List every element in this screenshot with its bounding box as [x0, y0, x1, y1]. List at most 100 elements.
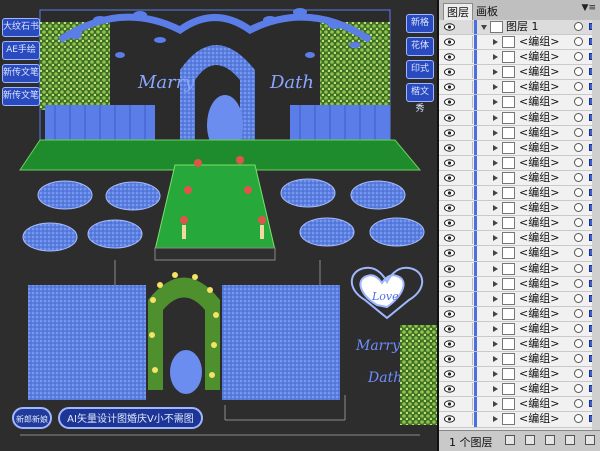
layer-row[interactable]: <编组>: [439, 261, 600, 277]
expand-arrow-icon[interactable]: [493, 220, 498, 227]
target-circle-icon[interactable]: [574, 323, 583, 333]
lock-toggle[interactable]: [460, 322, 473, 335]
target-circle-icon[interactable]: [574, 22, 583, 31]
lock-toggle[interactable]: [460, 111, 473, 124]
lock-toggle[interactable]: [460, 51, 473, 64]
target-circle-icon[interactable]: [574, 369, 583, 379]
locate-object-icon[interactable]: [505, 435, 515, 445]
target-circle-icon[interactable]: [574, 263, 583, 273]
layer-row[interactable]: <编组>: [439, 382, 600, 398]
visibility-eye-icon[interactable]: [444, 279, 455, 288]
lock-toggle[interactable]: [460, 171, 473, 184]
layer-row[interactable]: <编组>: [439, 201, 600, 217]
layer-row[interactable]: <编组>: [439, 352, 600, 368]
layer-row[interactable]: <编组>: [439, 412, 600, 428]
layer-row[interactable]: <编组>: [439, 246, 600, 262]
target-circle-icon[interactable]: [574, 67, 583, 77]
layer-row[interactable]: <编组>: [439, 306, 600, 322]
layer-row[interactable]: <编组>: [439, 65, 600, 81]
tab-layers[interactable]: 图层: [443, 3, 473, 21]
lock-toggle[interactable]: [460, 21, 473, 33]
visibility-eye-icon[interactable]: [444, 249, 455, 258]
expand-arrow-icon[interactable]: [493, 325, 498, 332]
layer-row[interactable]: <编组>: [439, 336, 600, 353]
expand-arrow-icon[interactable]: [493, 280, 498, 287]
layer-row[interactable]: <编组>: [439, 231, 600, 247]
expand-arrow-icon[interactable]: [493, 401, 498, 408]
layer-row[interactable]: <编组>: [439, 186, 600, 202]
lock-toggle[interactable]: [460, 232, 473, 245]
layer-row[interactable]: <编组>: [439, 95, 600, 111]
visibility-eye-icon[interactable]: [444, 38, 455, 46]
visibility-eye-icon[interactable]: [444, 174, 455, 182]
font-label-5[interactable]: 新格: [406, 14, 434, 33]
visibility-eye-icon[interactable]: [444, 325, 455, 333]
visibility-eye-icon[interactable]: [444, 98, 455, 107]
tab-artboards[interactable]: 画板: [473, 3, 501, 20]
new-sublayer-icon[interactable]: [545, 435, 555, 445]
target-circle-icon[interactable]: [574, 127, 583, 137]
visibility-eye-icon[interactable]: [444, 415, 455, 424]
font-label-7[interactable]: 印式: [406, 60, 434, 79]
font-label-6[interactable]: 花体: [406, 37, 434, 56]
expand-arrow-icon[interactable]: [493, 114, 498, 121]
layer-row[interactable]: <编组>: [439, 80, 600, 96]
expand-arrow-icon[interactable]: [493, 84, 498, 91]
font-label-3[interactable]: 新传文笔: [2, 64, 40, 83]
expand-arrow-icon[interactable]: [493, 144, 498, 151]
target-circle-icon[interactable]: [574, 172, 583, 182]
panel-menu-icon[interactable]: ▼≡: [582, 3, 596, 13]
visibility-eye-icon[interactable]: [444, 23, 455, 31]
expand-arrow-icon[interactable]: [493, 416, 498, 423]
layer-row[interactable]: <编组>: [439, 35, 600, 51]
layer-row[interactable]: <编组>: [439, 50, 600, 66]
expand-arrow-icon[interactable]: [493, 39, 498, 46]
layer-row[interactable]: <编组>: [439, 140, 600, 156]
expand-arrow-icon[interactable]: [493, 340, 498, 347]
lock-toggle[interactable]: [460, 202, 473, 215]
visibility-eye-icon[interactable]: [444, 53, 455, 61]
lock-toggle[interactable]: [460, 277, 473, 290]
lock-toggle[interactable]: [460, 262, 473, 275]
visibility-eye-icon[interactable]: [444, 310, 455, 318]
lock-toggle[interactable]: [460, 156, 473, 169]
visibility-eye-icon[interactable]: [444, 159, 455, 167]
layer-row[interactable]: <编组>: [439, 125, 600, 141]
lock-toggle[interactable]: [460, 292, 473, 305]
lock-toggle[interactable]: [460, 187, 473, 200]
target-circle-icon[interactable]: [574, 52, 583, 62]
visibility-eye-icon[interactable]: [444, 340, 455, 348]
lock-toggle[interactable]: [460, 368, 473, 381]
target-circle-icon[interactable]: [574, 248, 583, 258]
lock-toggle[interactable]: [460, 141, 473, 154]
footer-badge[interactable]: 新郎新娘: [12, 407, 52, 429]
layer-row[interactable]: <编组>: [439, 110, 600, 126]
target-circle-icon[interactable]: [574, 37, 583, 47]
layer-row[interactable]: <编组>: [439, 170, 600, 187]
layer-row[interactable]: <编组>: [439, 397, 600, 413]
expand-arrow-icon[interactable]: [481, 25, 487, 30]
expand-arrow-icon[interactable]: [493, 371, 498, 378]
font-label-2[interactable]: AE手绘: [2, 41, 40, 60]
new-layer-icon[interactable]: [565, 435, 575, 445]
expand-arrow-icon[interactable]: [493, 69, 498, 76]
target-circle-icon[interactable]: [574, 188, 583, 198]
lock-toggle[interactable]: [460, 96, 473, 109]
target-circle-icon[interactable]: [574, 218, 583, 228]
lock-toggle[interactable]: [460, 247, 473, 260]
expand-arrow-icon[interactable]: [493, 159, 498, 166]
panel-scrollbar[interactable]: [592, 20, 600, 431]
visibility-eye-icon[interactable]: [444, 370, 455, 378]
visibility-eye-icon[interactable]: [444, 294, 455, 303]
expand-arrow-icon[interactable]: [493, 250, 498, 257]
target-circle-icon[interactable]: [574, 203, 583, 213]
visibility-eye-icon[interactable]: [444, 68, 455, 76]
visibility-eye-icon[interactable]: [444, 128, 455, 137]
expand-arrow-icon[interactable]: [493, 54, 498, 61]
font-label-8[interactable]: 楷文秀: [406, 83, 434, 114]
target-circle-icon[interactable]: [574, 112, 583, 122]
lock-toggle[interactable]: [460, 81, 473, 94]
target-circle-icon[interactable]: [574, 293, 583, 303]
visibility-eye-icon[interactable]: [444, 83, 455, 92]
lock-toggle[interactable]: [460, 353, 473, 366]
